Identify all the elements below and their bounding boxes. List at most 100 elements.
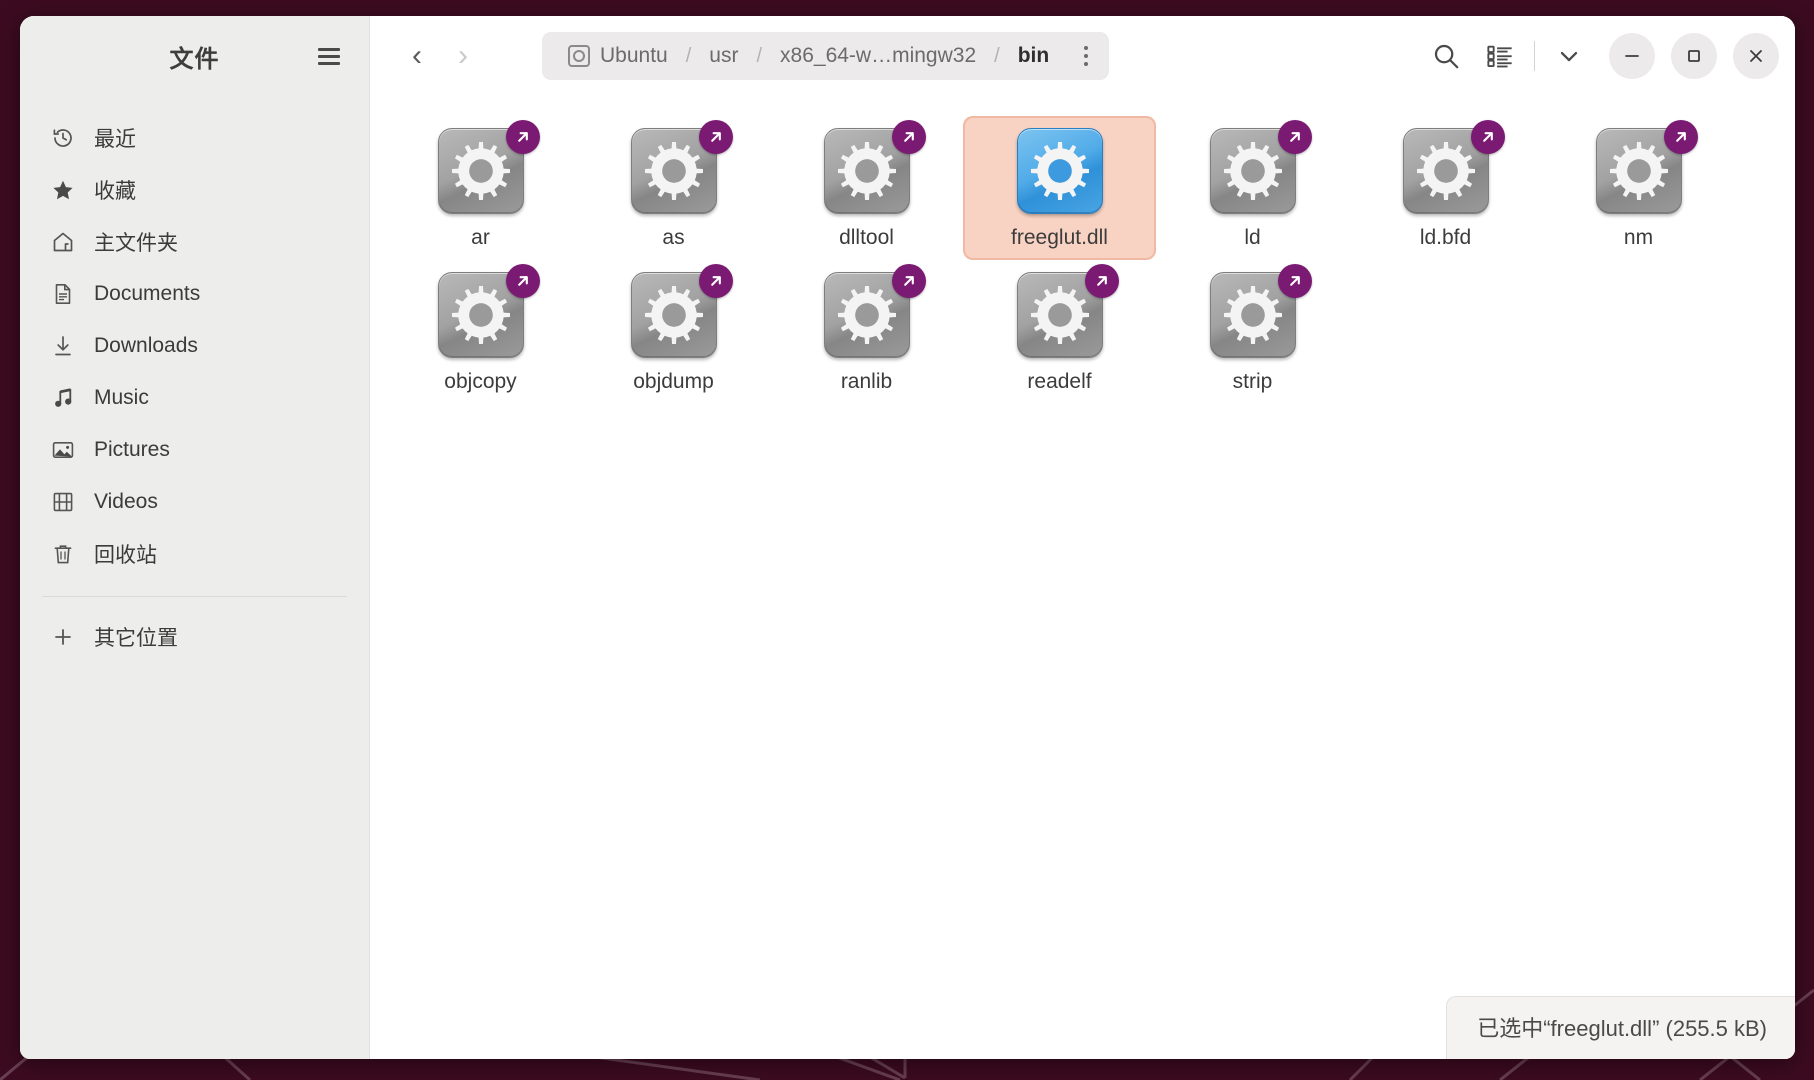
sidebar-divider <box>42 596 347 597</box>
symlink-badge-icon <box>698 264 733 298</box>
close-button[interactable] <box>1733 33 1779 79</box>
file-grid-area[interactable]: ar as dlltool freeglut.dll ld ld.bfd nm <box>370 96 1795 1059</box>
sidebar-item-videos[interactable]: Videos <box>32 478 357 526</box>
star-icon <box>50 177 76 203</box>
file-label: freeglut.dll <box>1011 226 1108 249</box>
symlink-badge-icon <box>1470 120 1505 154</box>
file-icon-wrapper <box>630 264 733 358</box>
sidebar-item-label: Videos <box>94 490 158 513</box>
file-label: as <box>662 226 685 249</box>
sidebar-item-label: 收藏 <box>94 180 136 203</box>
chevron-down-icon[interactable] <box>1545 32 1593 80</box>
sidebar-item-label: 最近 <box>94 128 136 151</box>
window-body: 最近 收藏 主文件夹 Documents Downloads Music Pic… <box>20 96 1795 1059</box>
file-label: objcopy <box>444 370 517 393</box>
header-bar: 文件 ‹ › Ubuntu / usr / x86_64-w…mingw32 /… <box>20 16 1795 96</box>
header-bar-main: ‹ › Ubuntu / usr / x86_64-w…mingw32 / bi… <box>370 16 1795 96</box>
sidebar-item-label: Pictures <box>94 438 170 461</box>
file-item[interactable]: ld <box>1156 116 1349 260</box>
breadcrumb-separator: / <box>756 44 763 67</box>
symlink-badge-icon <box>1663 120 1698 154</box>
sidebar-item-label: 回收站 <box>94 544 157 567</box>
sidebar-item-label: Downloads <box>94 334 198 357</box>
symlink-badge-icon <box>891 120 926 154</box>
file-item-selected[interactable]: freeglut.dll <box>963 116 1156 260</box>
minimize-button[interactable] <box>1609 33 1655 79</box>
sidebar-item-home[interactable]: 主文件夹 <box>32 218 357 266</box>
file-label: dlltool <box>839 226 894 249</box>
film-icon <box>50 489 76 515</box>
symlink-badge-icon <box>891 264 926 298</box>
view-list-icon[interactable] <box>1476 32 1524 80</box>
breadcrumb-label: x86_64-w…mingw32 <box>780 44 977 67</box>
sidebar-item-other-locations[interactable]: 其它位置 <box>32 613 357 661</box>
symlink-badge-icon <box>1277 264 1312 298</box>
file-item[interactable]: nm <box>1542 116 1735 260</box>
file-item[interactable]: ld.bfd <box>1349 116 1542 260</box>
file-item[interactable]: as <box>577 116 770 260</box>
forward-button[interactable]: › <box>440 33 486 79</box>
file-item[interactable]: readelf <box>963 260 1156 404</box>
gear-app-icon <box>1016 128 1103 214</box>
symlink-badge-icon <box>505 264 540 298</box>
clock-history-icon <box>50 125 76 151</box>
file-label: objdump <box>633 370 714 393</box>
trash-icon <box>50 541 76 567</box>
picture-icon <box>50 437 76 463</box>
file-item[interactable]: ranlib <box>770 260 963 404</box>
breadcrumb-label: Ubuntu <box>600 44 668 67</box>
toolbar-divider <box>1534 41 1535 71</box>
file-label: ld.bfd <box>1419 226 1472 249</box>
more-options-icon[interactable] <box>1069 36 1103 76</box>
sidebar-item-label: Music <box>94 386 149 409</box>
sidebar-item-music[interactable]: Music <box>32 374 357 422</box>
breadcrumb-item-ubuntu[interactable]: Ubuntu <box>556 36 680 76</box>
sidebar-item-label: 其它位置 <box>94 627 178 650</box>
symlink-badge-icon <box>1277 120 1312 154</box>
breadcrumb-label: usr <box>709 44 739 67</box>
file-grid: ar as dlltool freeglut.dll ld ld.bfd nm <box>370 96 1795 424</box>
search-icon[interactable] <box>1422 32 1470 80</box>
file-label: strip <box>1232 370 1273 393</box>
sidebar-item-recent[interactable]: 最近 <box>32 114 357 162</box>
back-button[interactable]: ‹ <box>394 33 440 79</box>
file-label: ld <box>1244 226 1261 249</box>
maximize-button[interactable] <box>1671 33 1717 79</box>
file-icon-wrapper <box>437 264 540 358</box>
sidebar-item-downloads[interactable]: Downloads <box>32 322 357 370</box>
symlink-badge-icon <box>1084 264 1119 298</box>
file-label: ranlib <box>840 370 893 393</box>
breadcrumb-item-usr[interactable]: usr <box>697 36 750 76</box>
file-icon-wrapper <box>823 264 926 358</box>
symlink-badge-icon <box>505 120 540 154</box>
header-bar-actions <box>1422 32 1779 80</box>
file-item[interactable]: objdump <box>577 260 770 404</box>
hamburger-menu-icon[interactable] <box>311 38 347 74</box>
sidebar-item-label: 主文件夹 <box>94 232 178 255</box>
file-item[interactable]: ar <box>384 116 577 260</box>
breadcrumb-item-toolchain[interactable]: x86_64-w…mingw32 <box>768 36 988 76</box>
breadcrumb: Ubuntu / usr / x86_64-w…mingw32 / bin <box>542 32 1110 80</box>
file-icon-wrapper <box>1595 120 1698 214</box>
breadcrumb-separator: / <box>685 44 692 67</box>
sidebar-header: 文件 <box>20 16 370 96</box>
file-item[interactable]: objcopy <box>384 260 577 404</box>
sidebar-item-starred[interactable]: 收藏 <box>32 166 357 214</box>
file-manager-window: 文件 ‹ › Ubuntu / usr / x86_64-w…mingw32 /… <box>20 16 1795 1059</box>
home-icon <box>50 229 76 255</box>
file-icon-wrapper <box>1016 264 1119 358</box>
sidebar: 最近 收藏 主文件夹 Documents Downloads Music Pic… <box>20 96 370 1059</box>
sidebar-item-documents[interactable]: Documents <box>32 270 357 318</box>
music-note-icon <box>50 385 76 411</box>
symlink-badge-icon <box>698 120 733 154</box>
file-label: nm <box>1623 226 1654 249</box>
breadcrumb-item-bin[interactable]: bin <box>1006 36 1062 76</box>
file-icon-wrapper <box>1209 120 1312 214</box>
plus-icon <box>50 624 76 650</box>
file-item[interactable]: dlltool <box>770 116 963 260</box>
sidebar-item-label: Documents <box>94 282 201 305</box>
file-item[interactable]: strip <box>1156 260 1349 404</box>
sidebar-item-pictures[interactable]: Pictures <box>32 426 357 474</box>
sidebar-item-trash[interactable]: 回收站 <box>32 530 357 578</box>
app-title: 文件 <box>169 45 220 73</box>
